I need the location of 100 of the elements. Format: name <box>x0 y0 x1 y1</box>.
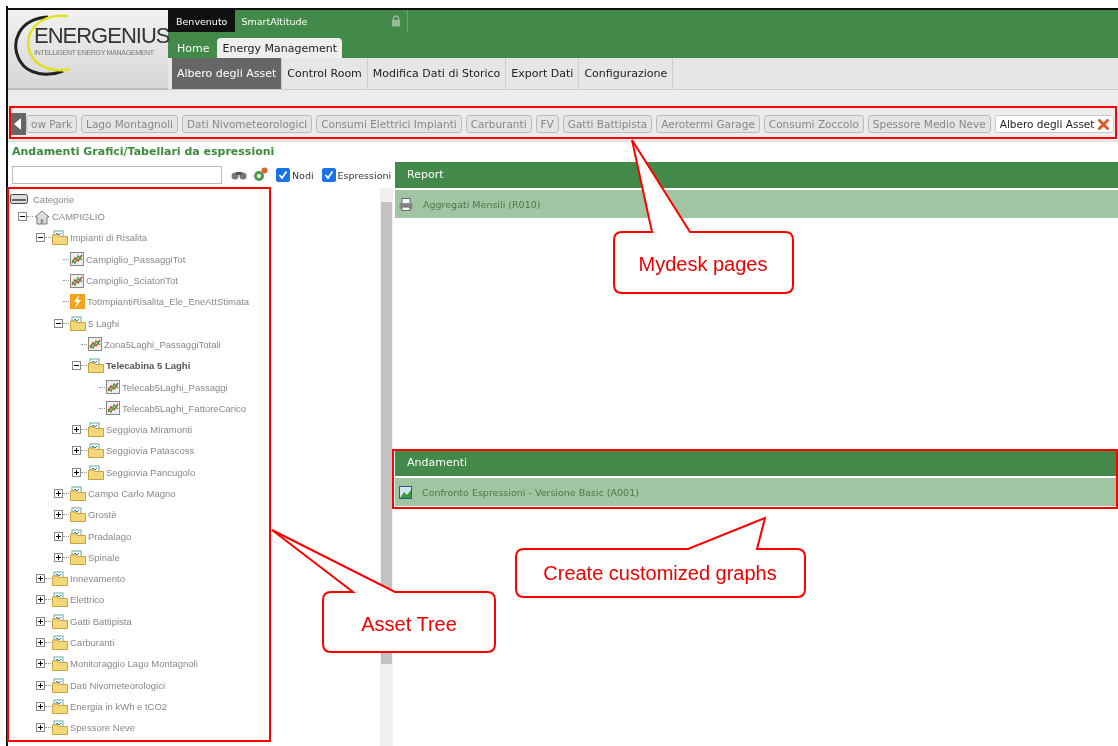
callout-text: Mydesk pages <box>638 252 768 276</box>
expand-toggle[interactable] <box>72 446 81 456</box>
submenu-item[interactable]: Albero degli Asset <box>172 58 283 89</box>
page-tab[interactable]: FV <box>535 115 559 133</box>
chart-icon <box>70 252 84 267</box>
tree-node[interactable]: Energia in kWh e tCO2 <box>70 700 168 712</box>
tree-node[interactable]: Spessore Neve <box>70 722 135 734</box>
tree-node[interactable]: Elettrico <box>70 594 105 606</box>
chart-icon <box>106 401 120 416</box>
tree-node[interactable]: Gatti Battipista <box>70 615 132 627</box>
tree-node[interactable]: Zona5Laghi_PassaggiTotali <box>104 338 221 350</box>
tree-node[interactable]: Seggiovia Patascoss <box>106 445 195 457</box>
chart-icon <box>88 337 102 352</box>
tree-node[interactable]: 5 Laghi <box>88 317 120 329</box>
list-row-label: Confronto Espressioni - Versione Basic (A001) <box>422 486 639 498</box>
page-tab[interactable]: Albero degli Asset <box>994 115 1115 133</box>
collapse-toggle[interactable] <box>54 318 63 328</box>
tree-node[interactable]: Seggiovia Pancugolo <box>106 466 196 478</box>
collapse-toggle[interactable] <box>36 233 45 243</box>
expand-toggle[interactable] <box>36 680 45 690</box>
chart-picture-icon <box>399 485 412 499</box>
tree-node[interactable]: Impianti di Risalita <box>70 232 148 244</box>
submenu-item[interactable]: Modifica Dati di Storico <box>367 58 507 89</box>
drive-icon <box>10 194 28 204</box>
tree-node[interactable]: CAMPIGLIO <box>52 211 105 223</box>
folder-icon <box>52 677 68 693</box>
page-title: Andamenti Grafici/Tabellari da espressioni <box>11 144 276 160</box>
checkbox-box[interactable] <box>321 168 336 182</box>
folder-icon <box>70 507 86 523</box>
house-icon <box>34 208 50 225</box>
tree-node[interactable]: Telecab5Laghi_Passaggi <box>122 381 228 393</box>
submenu-item[interactable]: Control Room <box>282 58 368 89</box>
folder-icon <box>88 464 104 480</box>
expand-toggle[interactable] <box>36 638 45 648</box>
user-name: SmartAltitude <box>241 15 308 27</box>
collapse-toggle[interactable] <box>72 361 81 371</box>
page-tab[interactable]: Carburanti <box>465 115 532 133</box>
page-tab[interactable]: ow Park <box>26 115 78 133</box>
folder-icon <box>52 571 68 587</box>
checkbox[interactable]: Espressioni <box>321 168 392 182</box>
expand-toggle[interactable] <box>36 574 45 584</box>
expand-toggle[interactable] <box>54 510 63 520</box>
tree-node[interactable]: Carburanti <box>70 637 115 649</box>
expand-toggle[interactable] <box>36 659 45 669</box>
expand-toggle[interactable] <box>72 425 81 435</box>
tree-node[interactable]: Innevamento <box>70 573 125 585</box>
expand-toggle[interactable] <box>36 616 45 626</box>
submenu-item[interactable]: Configurazione <box>579 58 674 89</box>
expand-toggle[interactable] <box>36 723 45 733</box>
expand-toggle[interactable] <box>54 531 63 541</box>
folder-icon <box>52 613 68 629</box>
list-row[interactable]: Aggregati Mensili (R010) <box>395 188 1118 218</box>
tree-node[interactable]: Telecabina 5 Laghi <box>106 360 191 372</box>
tree-node[interactable]: Campo Carlo Magno <box>88 488 176 499</box>
page-tab[interactable]: Lago Montagnoli <box>81 115 179 133</box>
checkbox-box[interactable] <box>276 168 290 182</box>
page-tab[interactable]: Consumi Elettrici Impianti <box>316 115 462 133</box>
checkbox[interactable]: Nodi <box>276 168 314 182</box>
refresh-icon[interactable] <box>252 167 268 183</box>
tree-node[interactable]: Campiglio_PassaggiTot <box>86 253 186 265</box>
folder-icon <box>70 528 86 544</box>
callout-text: Create customized graphs <box>543 561 777 585</box>
submenu-item[interactable]: Export Dati <box>506 58 580 89</box>
lightning-icon <box>70 294 85 310</box>
tree-node[interactable]: Seggiovia Miramonti <box>106 424 193 436</box>
list-row[interactable]: Confronto Espressioni - Versione Basic (A001) <box>395 476 1118 506</box>
tree-node[interactable]: Telecab5Laghi_FattoreCarico <box>122 402 247 414</box>
welcome-label: Benvenuto <box>168 10 236 32</box>
folder-icon <box>52 592 68 608</box>
page-tab[interactable]: Dati Nivometeorologici <box>182 115 313 133</box>
tree-node[interactable]: Monitoraggio Lago Montagnoli <box>70 658 198 670</box>
tree-node[interactable]: Dati Nivometeorologici <box>70 679 166 691</box>
search-field[interactable] <box>12 166 222 184</box>
main-tab[interactable]: Energy Management <box>217 38 342 58</box>
chart-icon <box>106 380 120 394</box>
collapse-toggle[interactable] <box>18 212 27 222</box>
tree-node[interactable]: Pradalago <box>88 530 132 542</box>
tree-node[interactable]: TotImpiantiRisalita_Ele_EneAttStimata <box>87 296 250 308</box>
tree-node[interactable]: Grostè <box>88 509 117 521</box>
folder-icon <box>52 230 68 246</box>
folder-icon <box>52 656 68 672</box>
page-tab[interactable]: Gatti Battipista <box>562 115 653 133</box>
callout-text: Asset Tree <box>361 612 457 636</box>
binoculars-icon[interactable] <box>231 169 247 181</box>
expand-toggle[interactable] <box>72 467 81 477</box>
section-header: Andamenti <box>395 450 1118 476</box>
expand-toggle[interactable] <box>36 701 45 711</box>
printer-icon <box>399 197 413 211</box>
expand-toggle[interactable] <box>36 595 45 605</box>
page-tab[interactable]: Consumi Zoccolo <box>763 115 864 133</box>
folder-icon <box>88 443 104 459</box>
tree-node[interactable]: Spinale <box>88 551 120 563</box>
close-icon[interactable] <box>1098 118 1110 130</box>
expand-toggle[interactable] <box>54 552 63 562</box>
chart-icon <box>70 273 84 288</box>
expand-toggle[interactable] <box>54 489 63 498</box>
folder-icon <box>88 358 104 374</box>
page-tab[interactable]: Aerotermi Garage <box>656 115 760 133</box>
page-tab[interactable]: Spessore Medio Neve <box>867 115 991 133</box>
tree-node[interactable]: Campiglio_SciatoriTot <box>86 275 178 287</box>
